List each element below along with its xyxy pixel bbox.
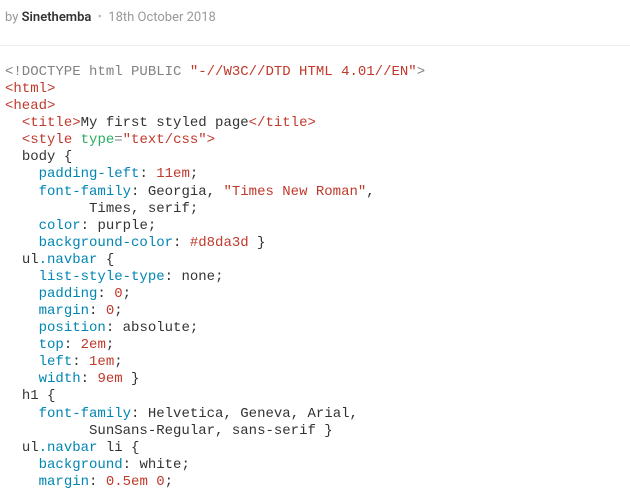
ff-tnr: "Times New Roman" — [223, 184, 366, 200]
ff-geneva: Geneva — [240, 406, 290, 422]
style-attr-val: "text/css" — [123, 132, 207, 148]
bgcolor-prop: background-color — [39, 235, 173, 251]
code-snippet: <!DOCTYPE html PUBLIC "-//W3C//DTD HTML … — [0, 46, 630, 496]
post-byline: by Sinethemba • 18th October 2018 — [0, 0, 630, 46]
margin-val: 0 — [106, 303, 114, 319]
title-close: </title> — [249, 115, 316, 131]
color-val: purple — [97, 218, 147, 234]
bg-val: white — [139, 457, 181, 473]
ff-georgia: Georgia — [148, 184, 207, 200]
ff-times: Times — [89, 201, 131, 217]
colon: : — [139, 166, 156, 182]
semi: ; — [190, 166, 198, 182]
lst-val: none — [181, 269, 215, 285]
padding-prop: padding — [39, 286, 98, 302]
padding-left-val: 11em — [156, 166, 190, 182]
ff-serif: serif — [148, 201, 190, 217]
ff-helvetica: Helvetica — [148, 406, 224, 422]
ul-sel2: ul — [22, 440, 39, 456]
post-date: 18th October 2018 — [108, 10, 216, 25]
lst-prop: list-style-type — [39, 269, 165, 285]
style-attr-name: type — [81, 132, 115, 148]
style-open-lt: <style — [22, 132, 72, 148]
navbar-class2: .navbar — [39, 440, 98, 456]
h1-selector: h1 { — [22, 388, 56, 404]
position-val: absolute — [123, 320, 190, 336]
color-prop: color — [39, 218, 81, 234]
doctype-close: > — [417, 64, 425, 80]
by-label: by — [5, 10, 18, 25]
bg-prop: background — [39, 457, 123, 473]
margin-prop: margin — [39, 303, 89, 319]
html-tag: <html> — [5, 81, 55, 97]
left-val: 1em — [89, 354, 114, 370]
width-val: 9em — [97, 371, 122, 387]
separator-dot: • — [98, 10, 102, 25]
padding-val: 0 — [114, 286, 122, 302]
ff-arial: Arial — [308, 406, 350, 422]
ul-sel: ul — [22, 252, 39, 268]
style-open-gt: > — [207, 132, 215, 148]
ff-h1-prop: font-family — [39, 406, 131, 422]
style-attr-eq: = — [114, 132, 122, 148]
ff-sans: sans-serif — [232, 423, 316, 439]
body-selector: body { — [22, 149, 72, 165]
margin-li-val: 0.5em 0 — [106, 474, 165, 490]
margin-li-prop: margin — [39, 474, 89, 490]
padding-left-prop: padding-left — [39, 166, 140, 182]
title-text: My first styled page — [81, 115, 249, 131]
li-sel: li { — [97, 440, 139, 456]
head-tag: <head> — [5, 98, 55, 114]
top-prop: top — [39, 337, 64, 353]
bgcolor-val: #d8da3d — [190, 235, 249, 251]
doctype-open: <!DOCTYPE html PUBLIC — [5, 64, 190, 80]
author-name: Sinethemba — [22, 10, 92, 25]
ff-sunsans: SunSans-Regular — [89, 423, 215, 439]
doctype-string: "-//W3C//DTD HTML 4.01//EN" — [190, 64, 417, 80]
position-prop: position — [39, 320, 106, 336]
font-family-prop: font-family — [39, 184, 131, 200]
width-prop: width — [39, 371, 81, 387]
left-prop: left — [39, 354, 73, 370]
title-open: <title> — [22, 115, 81, 131]
top-val: 2em — [81, 337, 106, 353]
navbar-class: .navbar — [39, 252, 98, 268]
